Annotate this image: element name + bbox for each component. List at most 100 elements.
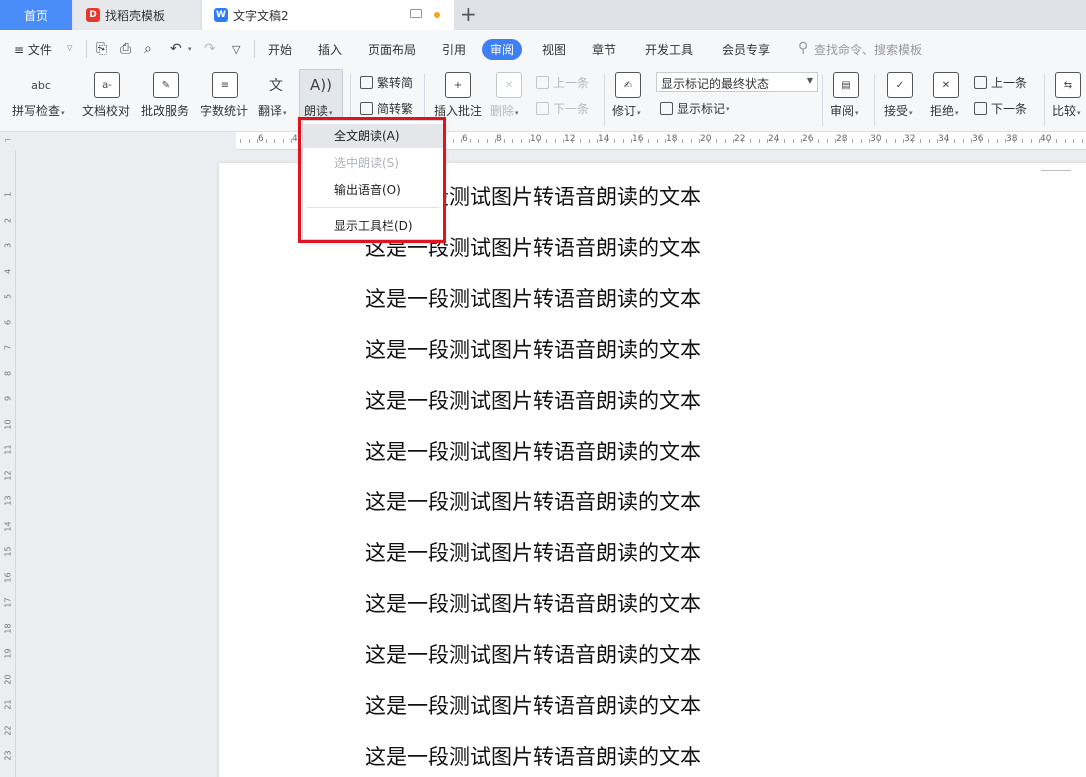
ruler-label: 36 [972,134,984,144]
vertical-ruler-label: 2 [3,217,13,223]
menu-chapter[interactable]: 章节 [592,41,616,58]
compare-button[interactable]: ⇆ 比较▾ [1050,68,1086,132]
ruler-label: 32 [904,134,916,144]
show-markup-button[interactable]: 显示标记 ▾ [660,100,730,117]
new-tab-button[interactable]: + [460,2,477,26]
document-page[interactable]: 这是一段测试图片转语音朗读的文本 这是一段测试图片转语音朗读的文本 这是一段测试图片… [219,163,1086,777]
menu-insert[interactable]: 插入 [318,41,342,58]
paragraph-line[interactable]: 这是一段测试图片转语音朗读的文本 [365,334,701,364]
monitor-icon[interactable] [410,9,422,18]
file-menu[interactable]: ≡ 文件 [14,41,52,58]
paragraph-line[interactable]: 这是一段测试图片转语音朗读的文本 [365,537,701,567]
file-menu-chevron-down-icon[interactable]: ▽ [67,44,72,52]
read-aloud-dropdown-menu: 全文朗读(A) 选中朗读(S) 输出语音(O) 显示工具栏(D) [302,120,444,240]
ruler-tick [240,139,241,143]
insert-comment-icon: + [445,72,471,98]
revision-service-button[interactable]: ✎ 批改服务 [141,68,191,132]
ruler-tick [266,139,267,143]
ruler-tick [291,139,292,143]
ruler-tick [742,139,743,143]
print-icon[interactable]: ⎙ [120,41,131,57]
writer-icon: W [214,8,228,22]
next-comment-button[interactable]: 下一条 [536,100,589,117]
read-aloud-button[interactable]: A)) 朗读▾ [299,69,343,119]
document-proofread-button[interactable]: a- 文档校对 [82,68,132,132]
ruler-tick [487,139,488,143]
paragraph-line[interactable]: 这是一段测试图片转语音朗读的文本 [365,385,701,415]
paragraph-line[interactable]: 这是一段测试图片转语音朗读的文本 [365,741,701,771]
delete-comment-icon: ✕ [496,72,522,98]
compare-icon: ⇆ [1055,72,1081,98]
paragraph-line[interactable]: 这是一段测试图片转语音朗读的文本 [365,283,701,313]
ruler-tick [478,139,479,143]
accept-button[interactable]: ✓ 接受▾ [882,68,918,132]
ruler-tick [801,139,802,143]
menu-developer[interactable]: 开发工具 [645,41,693,58]
paragraph-line[interactable]: 这是一段测试图片转语音朗读的文本 [365,588,701,618]
menu-page-layout[interactable]: 页面布局 [368,41,416,58]
simplified-to-traditional-button[interactable]: 简转繁 [360,100,413,117]
horizontal-ruler[interactable]: ⌐ 6 4 6 8 10 12 14 16 18 20 22 24 26 28 30 32 34 36 38 40 [0,132,1086,150]
vertical-ruler-label: 4 [3,268,13,274]
vertical-ruler-label: 9 [3,395,13,402]
vertical-ruler-label: 8 [3,370,13,376]
menu-item-read-selection[interactable]: 选中朗读(S) [303,151,443,175]
delete-comment-button[interactable]: ✕ 删除▾ [490,68,528,132]
word-count-button[interactable]: ≡ 字数统计 [200,68,250,132]
undo-icon[interactable]: ↶ [170,41,182,57]
menu-item-export-audio[interactable]: 输出语音(O) [303,178,443,202]
redo-icon[interactable]: ↷ [204,41,216,57]
ruler-tick [929,139,930,143]
spell-check-button[interactable]: abc 拼写检查▾ [12,68,70,132]
ruler-tick [1056,139,1057,143]
previous-comment-button[interactable]: 上一条 [536,74,589,91]
unsaved-dot-icon[interactable] [434,12,440,18]
ruler-label: 22 [734,134,746,144]
ruler-label: 20 [700,134,712,144]
ruler-tick [903,139,904,143]
divider [822,74,823,126]
paragraph-line[interactable]: 这是一段测试图片转语音朗读的文本 [365,486,701,516]
paragraph-line[interactable]: 这是一段测试图片转语音朗读的文本 [365,436,701,466]
reject-button[interactable]: ✕ 拒绝▾ [928,68,964,132]
vertical-ruler-label: 17 [3,597,13,608]
divider [350,74,351,126]
spell-check-icon: abc [31,78,51,92]
paragraph-line[interactable]: 这是一段测试图片转语音朗读的文本 [365,690,701,720]
menu-view[interactable]: 视图 [542,41,566,58]
accept-icon: ✓ [887,72,913,98]
menu-membership[interactable]: 会员专享 [722,41,770,58]
command-search-input[interactable]: 查找命令、搜索模板 [814,41,922,58]
ruler-tick [818,139,819,143]
customize-chevron-down-icon[interactable]: ▽ [232,43,240,56]
vertical-ruler[interactable]: 1 2 3 4 5 6 7 8 9 10 11 12 13 14 15 16 17 18 19 20 21 22 23 [0,150,16,777]
ruler-label: 30 [870,134,882,144]
menu-start[interactable]: 开始 [268,41,292,58]
menu-item-show-toolbar[interactable]: 显示工具栏(D) [303,214,443,238]
menu-item-read-full-text[interactable]: 全文朗读(A) [303,124,443,148]
tab-document[interactable]: W 文字文稿2 [202,0,454,30]
review-pane-button[interactable]: ▤ 审阅▾ [828,68,864,132]
traditional-to-simplified-button[interactable]: 繁转简 [360,74,413,91]
translate-button[interactable]: 文 翻译▾ [258,68,294,132]
traditional-to-simplified-icon [360,76,373,89]
track-changes-button[interactable]: ✍ 修订▾ [610,68,646,132]
ruler-label: 6 [462,134,468,144]
vertical-ruler-label: 3 [3,242,13,249]
menu-review[interactable]: 审阅 [482,39,523,60]
divider [1044,74,1045,126]
paragraph-line[interactable]: 这是一段测试图片转语音朗读的文本 [365,639,701,669]
search-icon[interactable]: ⚲ [798,40,808,56]
vertical-ruler-label: 1 [3,191,13,198]
print-preview-icon[interactable]: ⌕ [144,41,152,57]
ruler-tick [895,139,896,143]
menu-references[interactable]: 引用 [442,41,466,58]
save-icon[interactable]: ⎘ [96,41,107,57]
next-change-button[interactable]: 下一条 [974,100,1027,117]
tab-home[interactable]: 首页 [0,0,72,30]
markup-display-select[interactable]: 显示标记的最终状态 ▼ [656,72,818,92]
track-changes-icon: ✍ [615,72,641,98]
tab-template[interactable]: D 找稻壳模板 [74,0,200,30]
undo-chevron-down-icon[interactable]: ▾ [188,45,192,53]
previous-change-button[interactable]: 上一条 [974,74,1027,91]
